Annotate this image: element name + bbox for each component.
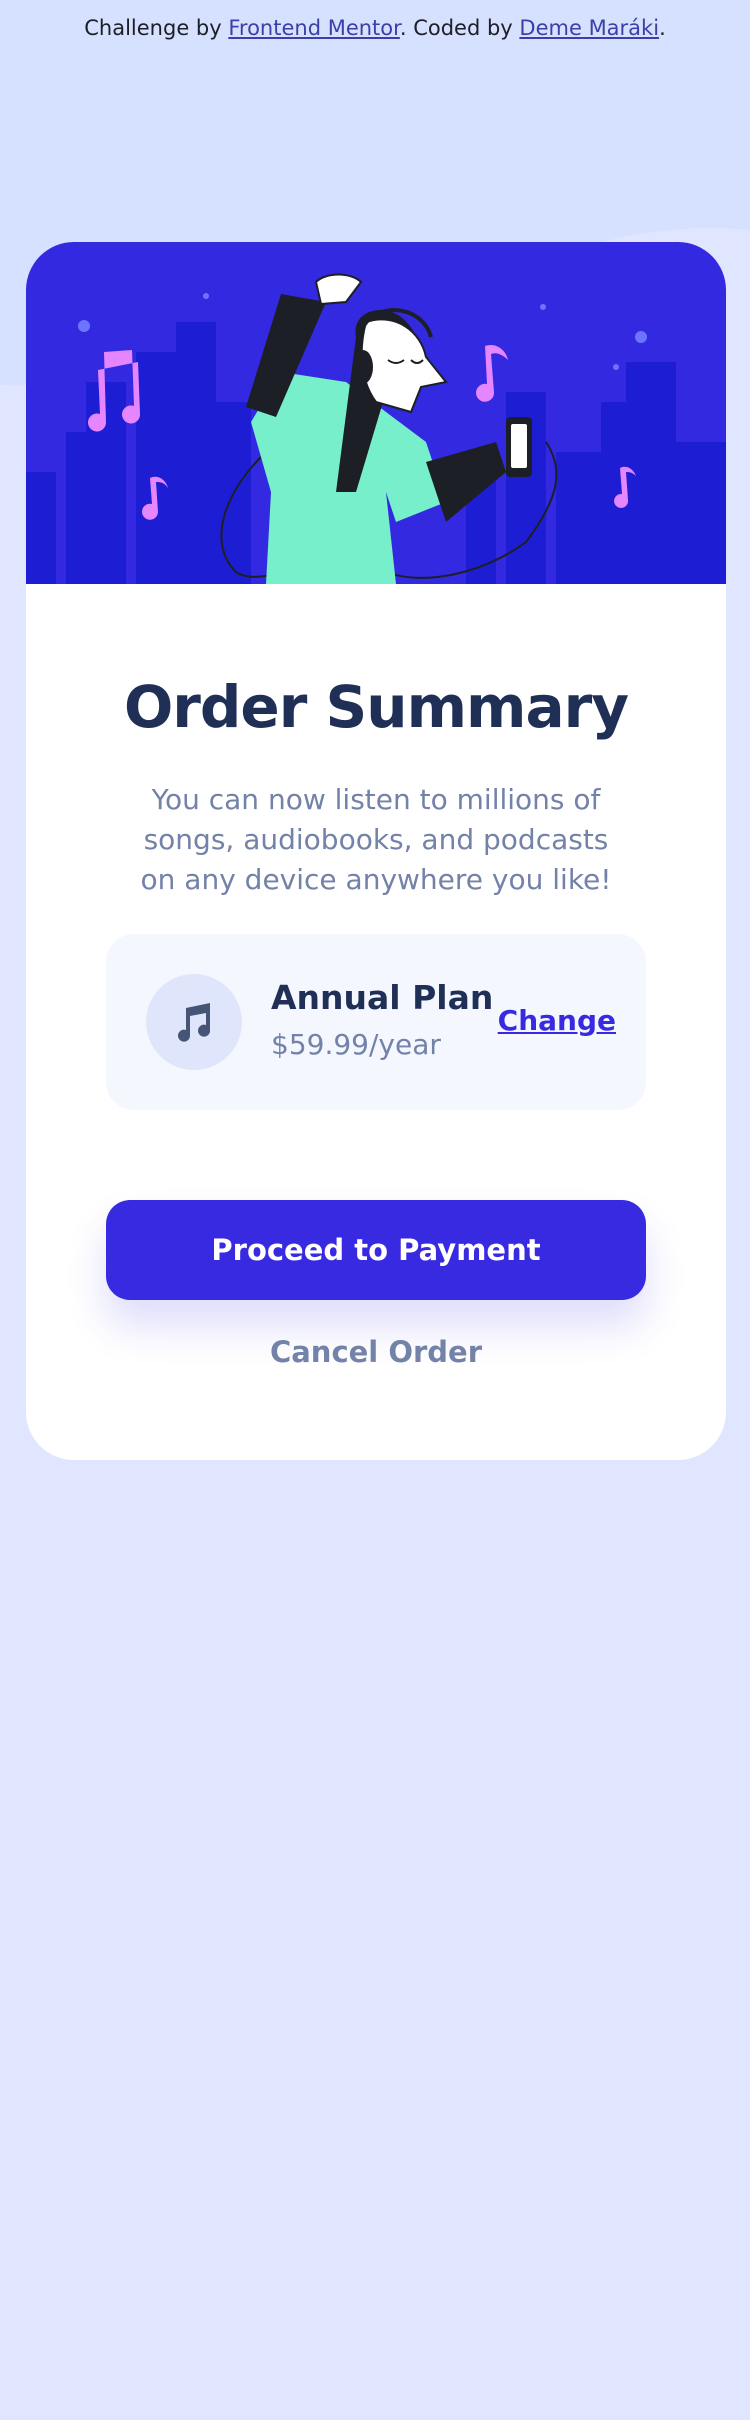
- plan-name: Annual Plan: [271, 978, 494, 1017]
- hero-illustration: [26, 242, 726, 584]
- attribution-prefix: Challenge by: [84, 16, 229, 40]
- music-listener-illustration: [26, 273, 726, 584]
- plan-box: Annual Plan $59.99/year Change: [106, 934, 646, 1110]
- frontend-mentor-link[interactable]: Frontend Mentor: [228, 16, 400, 40]
- page-title: Order Summary: [123, 672, 629, 741]
- order-summary-card: Order Summary You can now listen to mill…: [26, 242, 726, 1460]
- proceed-to-payment-button[interactable]: Proceed to Payment: [106, 1200, 646, 1300]
- plan-price: $59.99/year: [271, 1028, 441, 1061]
- cancel-order-button[interactable]: Cancel Order: [226, 1322, 526, 1382]
- music-note-icon: [146, 974, 242, 1070]
- change-plan-link[interactable]: Change: [498, 1004, 616, 1037]
- summary-description: You can now listen to millions of songs,…: [140, 783, 612, 896]
- attribution-middle: . Coded by: [399, 16, 520, 40]
- attribution-suffix: .: [659, 16, 666, 40]
- attribution: Challenge by Frontend Mentor. Coded by D…: [0, 16, 750, 40]
- author-link[interactable]: Deme Maráki: [519, 16, 659, 40]
